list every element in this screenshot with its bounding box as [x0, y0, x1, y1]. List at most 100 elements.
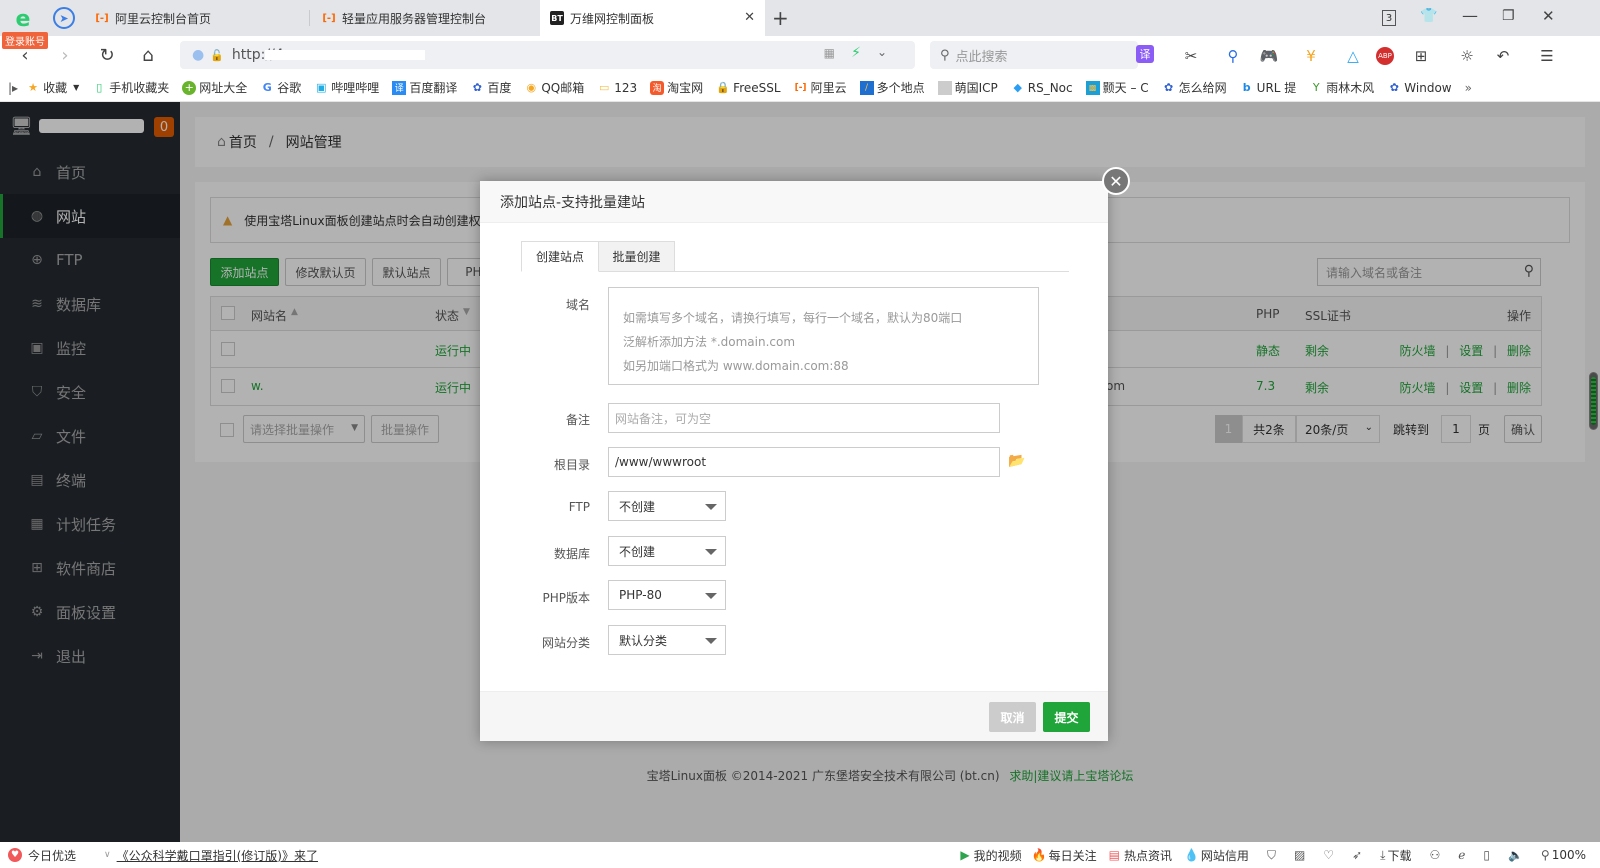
- ftp-select[interactable]: 不创建: [608, 491, 726, 521]
- php-version-select[interactable]: PHP-80: [608, 580, 726, 610]
- home-icon[interactable]: ⌂: [135, 42, 161, 68]
- navigation-arrow-icon[interactable]: ➤: [53, 7, 75, 29]
- domain-textarea[interactable]: 如需填写多个域名，请换行填写，每行一个域名，默认为80端口 泛解析添加方法 *.…: [608, 287, 1039, 385]
- bookmark-item[interactable]: Y 雨林木风: [1309, 79, 1374, 96]
- lightning-icon[interactable]: ⚡: [851, 45, 861, 61]
- submit-button[interactable]: 提交: [1043, 702, 1090, 732]
- tab-create-site[interactable]: 创建站点: [521, 241, 599, 272]
- ie-icon[interactable]: ℯ: [1458, 848, 1465, 862]
- hot-news[interactable]: 热点资讯: [1124, 847, 1172, 864]
- bookmark-label: 颢天 – C: [1102, 81, 1149, 95]
- news-link[interactable]: 《公众科学戴口罩指引(修订版)》来了: [117, 847, 318, 864]
- tab-batch-create[interactable]: 批量创建: [598, 241, 675, 272]
- qr-code-icon[interactable]: ▦: [824, 46, 835, 60]
- window-icon[interactable]: ▯: [1483, 848, 1490, 862]
- gamepad-icon[interactable]: 🎮: [1258, 45, 1280, 67]
- bookmark-item[interactable]: / 多个地点: [859, 79, 925, 96]
- bookmark-item[interactable]: ◉ QQ邮箱: [524, 79, 585, 96]
- qqmail-icon: ◉: [526, 81, 537, 94]
- bookmark-item[interactable]: 🔒 FreeSSL: [716, 81, 780, 95]
- bookmark-item[interactable]: [-] 阿里云: [794, 79, 847, 96]
- sidebar-toggle-icon[interactable]: |▸: [8, 81, 18, 95]
- adblock-icon[interactable]: ABP: [1376, 47, 1394, 65]
- download-button[interactable]: 下载: [1387, 847, 1411, 864]
- today-picks[interactable]: 今日优选: [28, 847, 76, 864]
- shield-icon[interactable]: ⛉: [1267, 848, 1276, 863]
- tab-count-badge[interactable]: 3: [1382, 10, 1396, 26]
- coupon-icon[interactable]: ¥: [1300, 45, 1322, 67]
- reload-icon[interactable]: ↻: [94, 42, 120, 68]
- folder-open-icon[interactable]: 📂: [1008, 453, 1025, 469]
- zoom-level[interactable]: 100%: [1552, 848, 1586, 862]
- browser-logo-icon[interactable]: e: [10, 6, 36, 32]
- bookmark-item[interactable]: ▩ 颢天 – C: [1085, 79, 1149, 96]
- bookmark-item[interactable]: 萌国ICP: [937, 79, 998, 96]
- undo-icon[interactable]: ↶: [1492, 45, 1514, 67]
- domain-label: 域名: [565, 298, 590, 312]
- address-bar[interactable]: ● 🔓 http://4. ▦ ⚡ ⌄: [180, 41, 915, 69]
- bookmark-item[interactable]: ▭ 123: [597, 81, 637, 95]
- bookmark-item[interactable]: ★ 收藏 ▼: [26, 79, 79, 96]
- baidu-icon: ✿: [1164, 81, 1174, 94]
- apps-grid-icon[interactable]: ⊞: [1410, 45, 1432, 67]
- site-info-icon[interactable]: ●: [192, 47, 204, 63]
- bookmark-item[interactable]: G 谷歌: [260, 79, 302, 96]
- vr-icon[interactable]: ⚇: [1429, 848, 1440, 862]
- brightness-icon[interactable]: ☼: [1456, 45, 1478, 67]
- new-tab-icon[interactable]: +: [772, 6, 789, 30]
- bookmark-item[interactable]: 淘淘宝网: [650, 79, 703, 96]
- magnifier-icon[interactable]: ⚲: [1222, 45, 1244, 67]
- root-dir-value: /www/wwwroot: [615, 455, 707, 469]
- bookmark-label: 谷歌: [277, 81, 302, 95]
- tab-aliyun-console[interactable]: [-] 阿里云控制台首页: [85, 0, 310, 36]
- bilibili-icon: ▣: [316, 81, 327, 94]
- bookmark-item[interactable]: 译百度翻译: [392, 79, 457, 96]
- insecure-lock-icon[interactable]: 🔓: [210, 49, 224, 62]
- rocket-icon[interactable]: ➶: [1352, 848, 1362, 862]
- remark-input[interactable]: 网站备注，可为空: [608, 403, 1000, 433]
- cancel-button[interactable]: 取消: [989, 702, 1036, 732]
- bookmark-item[interactable]: ◆ RS_Noc: [1011, 81, 1073, 95]
- category-select[interactable]: 默认分类: [608, 625, 726, 655]
- bookmark-item[interactable]: ▣ 哔哩哔哩: [314, 79, 379, 96]
- site-credit[interactable]: 网站信用: [1201, 847, 1249, 864]
- tab-lightweight-server[interactable]: [-] 轻量应用服务器管理控制台: [312, 0, 537, 36]
- news-icon: ▤: [1108, 848, 1120, 862]
- root-dir-input[interactable]: /www/wwwroot: [608, 447, 1000, 477]
- login-badge[interactable]: 登录账号: [2, 32, 48, 49]
- browser-search-input[interactable]: ⚲ 点此搜索: [930, 41, 1138, 69]
- restore-icon[interactable]: ❐: [1502, 8, 1515, 24]
- close-dialog-icon[interactable]: ✕: [1102, 167, 1130, 195]
- my-videos[interactable]: 我的视频: [974, 847, 1022, 864]
- database-select[interactable]: 不创建: [608, 536, 726, 566]
- daily-focus[interactable]: 每日关注: [1049, 847, 1097, 864]
- remark-placeholder: 网站备注，可为空: [615, 411, 712, 426]
- bookmark-item[interactable]: b URL 提: [1240, 79, 1297, 96]
- volume-icon[interactable]: 🔈: [1508, 848, 1523, 862]
- skin-icon[interactable]: 👕: [1420, 8, 1437, 24]
- bookmark-item[interactable]: ✿ 百度: [470, 79, 512, 96]
- caret-down-icon: [705, 593, 717, 599]
- minimize-icon[interactable]: —: [1462, 6, 1478, 25]
- chevron-down-icon[interactable]: ⌄: [877, 45, 887, 59]
- browser-tab-bar: e 登录账号 ➤ [-] 阿里云控制台首页 [-] 轻量应用服务器管理控制台 B…: [0, 0, 1600, 49]
- bookmark-item[interactable]: ✿ 怎么给网: [1162, 79, 1227, 96]
- database-label: 数据库: [553, 547, 590, 561]
- forward-icon[interactable]: ›: [52, 42, 78, 68]
- close-window-icon[interactable]: ✕: [1542, 7, 1555, 25]
- tab-bt-panel[interactable]: BT 万维网控制面板 ✕: [540, 0, 765, 36]
- app-icon[interactable]: △: [1342, 45, 1364, 67]
- translate-icon[interactable]: 译: [1136, 45, 1154, 63]
- menu-icon[interactable]: ☰: [1536, 45, 1558, 67]
- bookmark-item[interactable]: ✿ Window: [1387, 81, 1452, 95]
- more-bookmarks-button[interactable]: »: [1465, 81, 1472, 95]
- close-tab-icon[interactable]: ✕: [744, 10, 755, 25]
- health-icon[interactable]: ♡: [1323, 848, 1334, 862]
- bookmark-item[interactable]: + 网址大全: [182, 79, 247, 96]
- bookmark-item[interactable]: ▯ 手机收藏夹: [92, 79, 169, 96]
- bookmark-label: 阿里云: [810, 81, 847, 95]
- image-icon[interactable]: ▨: [1294, 848, 1305, 862]
- scissors-icon[interactable]: ✂: [1180, 45, 1202, 67]
- dialog-footer: 取消 提交: [480, 691, 1108, 741]
- bt-icon: BT: [550, 11, 564, 25]
